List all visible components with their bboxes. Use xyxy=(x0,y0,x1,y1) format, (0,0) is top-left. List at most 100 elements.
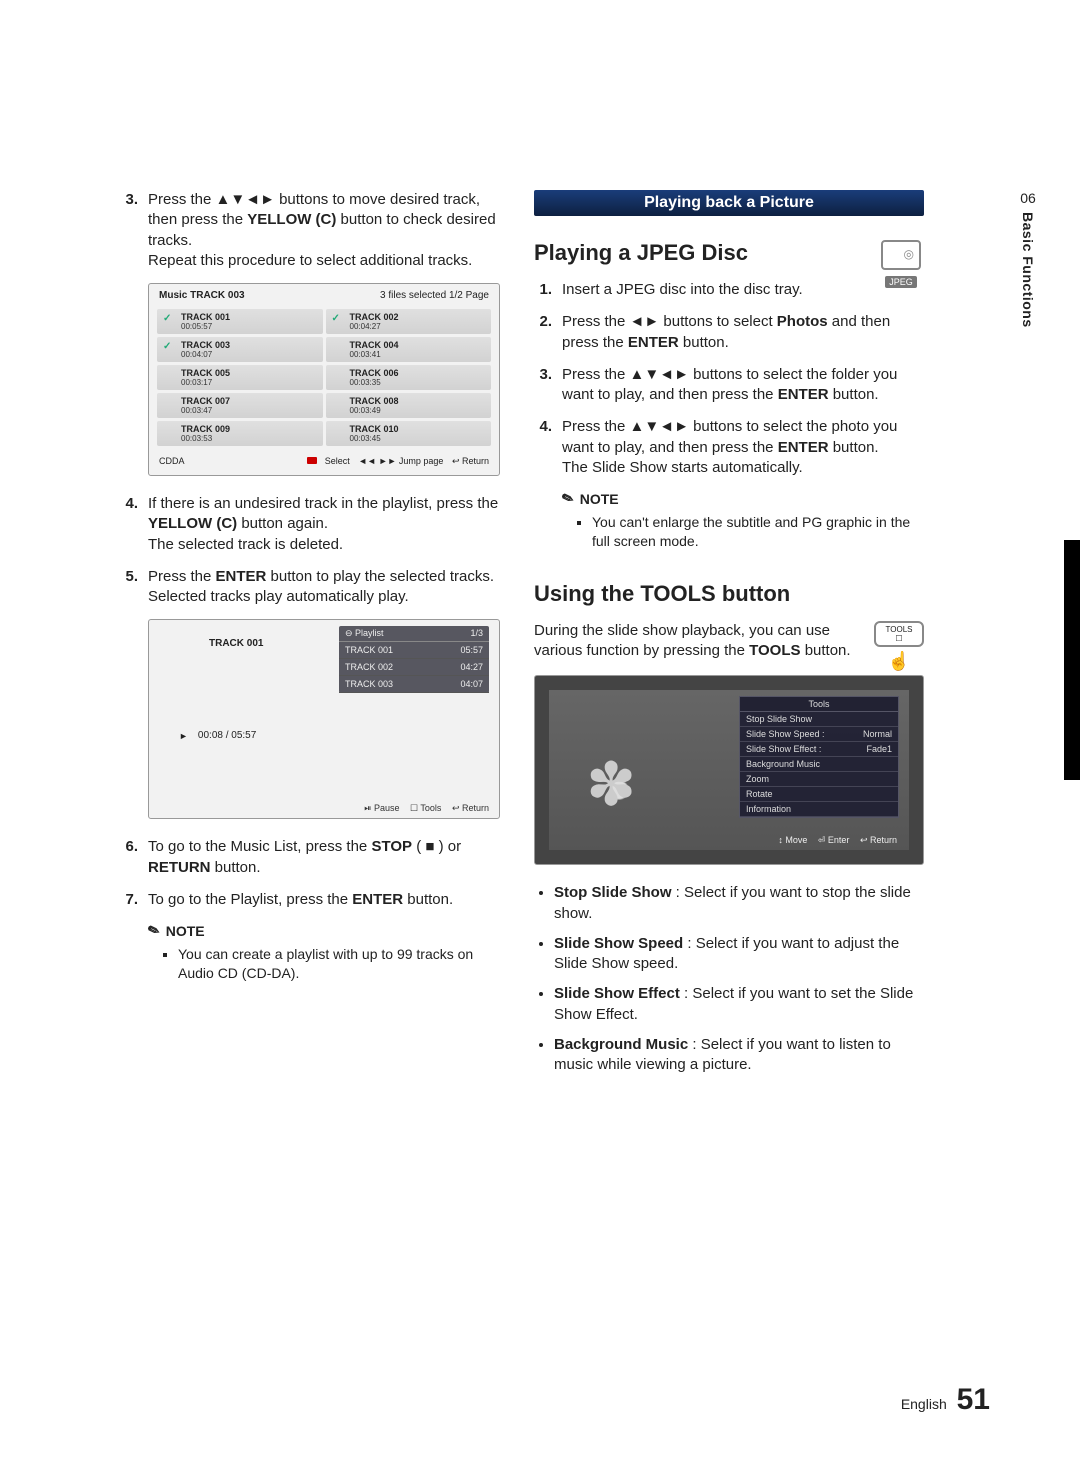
playlist-row: TRACK 00304:07 xyxy=(339,676,489,693)
note-item: You can create a playlist with up to 99 … xyxy=(178,945,500,983)
tools-intro: During the slide show playback, you can … xyxy=(534,621,924,662)
heading-jpeg-disc: Playing a JPEG Disc xyxy=(534,240,924,266)
track-cell: TRACK 00400:03:41 xyxy=(326,337,492,362)
step-num: 4. xyxy=(120,494,138,555)
playlist-row: TRACK 00105:57 xyxy=(339,642,489,659)
track-name: TRACK 001 xyxy=(181,312,317,322)
track-cell: TRACK 00600:03:35 xyxy=(326,365,492,390)
text: button to play the selected tracks. xyxy=(266,568,494,585)
text: Selected tracks play automatically play. xyxy=(148,588,409,605)
track-name: TRACK 004 xyxy=(350,340,486,350)
bullet-list: Stop Slide Show : Select if you want to … xyxy=(554,883,924,1075)
note-list: You can create a playlist with up to 99 … xyxy=(178,945,500,983)
step-4: 4. If there is an undesired track in the… xyxy=(120,494,500,555)
heading-tools: Using the TOOLS button xyxy=(534,581,924,607)
hand-icon: ☝ xyxy=(874,651,924,672)
section-label: Basic Functions xyxy=(1020,212,1036,328)
text: Press the ◄► buttons to select xyxy=(562,313,777,330)
check-icon: ✓ xyxy=(332,313,340,324)
bold: YELLOW (C) xyxy=(148,515,237,532)
bold: ENTER xyxy=(628,334,679,351)
r-step-2: 2. Press the ◄► buttons to select Photos… xyxy=(534,312,924,353)
track-duration: 00:03:41 xyxy=(350,350,486,359)
check-icon: ✓ xyxy=(163,341,171,352)
side-thumb-tab xyxy=(1064,540,1080,780)
step-num: 1. xyxy=(534,280,552,300)
track-duration: 00:04:27 xyxy=(350,322,486,331)
track-name: TRACK 007 xyxy=(181,396,317,406)
ss-bot-return: ↩ Return xyxy=(452,456,489,466)
track-duration: 00:03:49 xyxy=(350,406,486,415)
tools-row: Zoom xyxy=(740,772,898,787)
text: The Slide Show starts automatically. xyxy=(562,459,803,476)
step-num: 3. xyxy=(120,190,138,271)
track-cell: TRACK 00700:03:47 xyxy=(157,393,323,418)
r-step-1: 1. Insert a JPEG disc into the disc tray… xyxy=(534,280,870,300)
text: Press the xyxy=(148,568,216,585)
track-duration: 00:03:53 xyxy=(181,434,317,443)
tools-menu: Tools Stop Slide ShowSlide Show Speed :N… xyxy=(739,696,899,818)
ss-bot-pause: ⏯ Pause xyxy=(364,803,399,813)
text: button. xyxy=(679,334,729,351)
bold: RETURN xyxy=(148,859,211,876)
playlist-panel: ⊖ Playlist1/3 TRACK 00105:57TRACK 00204:… xyxy=(339,626,489,693)
ss-bot-select: Select xyxy=(307,456,350,466)
text: button. xyxy=(829,439,879,456)
section-bar: Playing back a Picture xyxy=(534,190,924,216)
note-heading: NOTE xyxy=(562,490,924,507)
playback-time: 00:08 / 05:57 xyxy=(198,730,256,741)
left-column: 3. Press the ▲▼◄► buttons to move desire… xyxy=(120,190,500,1085)
step-num: 6. xyxy=(120,837,138,878)
bullet-item: Slide Show Effect : Select if you want t… xyxy=(554,984,924,1025)
bullet-item: Stop Slide Show : Select if you want to … xyxy=(554,883,924,924)
track-cell: TRACK 00500:03:17 xyxy=(157,365,323,390)
music-list-screenshot: Music TRACK 003 3 files selected 1/2 Pag… xyxy=(148,283,500,476)
text: To go to the Music List, press the xyxy=(148,838,371,855)
r-step-4: 4. Press the ▲▼◄► buttons to select the … xyxy=(534,417,924,478)
camera-icon xyxy=(881,240,921,270)
step-3: 3. Press the ▲▼◄► buttons to move desire… xyxy=(120,190,500,271)
bullet-item: Background Music : Select if you want to… xyxy=(554,1035,924,1076)
text: button. xyxy=(211,859,261,876)
bold: YELLOW (C) xyxy=(247,211,336,228)
track-cell: TRACK 00800:03:49 xyxy=(326,393,492,418)
text: button again. xyxy=(237,515,328,532)
step-num: 3. xyxy=(534,365,552,406)
jpeg-badge: JPEG xyxy=(878,240,924,290)
right-column: Playing back a Picture JPEG Playing a JP… xyxy=(534,190,924,1085)
flower-image xyxy=(589,760,649,820)
bullet-item: Slide Show Speed : Select if you want to… xyxy=(554,934,924,975)
section-number: 06 xyxy=(1020,190,1036,206)
step-7: 7. To go to the Playlist, press the ENTE… xyxy=(120,890,500,910)
ss-bot-jump: ◄◄ ►► Jump page xyxy=(358,456,443,466)
track-name: TRACK 006 xyxy=(350,368,486,378)
ss-bot-left: CDDA xyxy=(159,456,185,467)
r-step-3: 3. Press the ▲▼◄► buttons to select the … xyxy=(534,365,924,406)
track-name: TRACK 010 xyxy=(350,424,486,434)
page-number: 51 xyxy=(957,1383,990,1416)
check-icon: ✓ xyxy=(163,313,171,324)
step-num: 2. xyxy=(534,312,552,353)
track-duration: 00:03:47 xyxy=(181,406,317,415)
note-list: You can't enlarge the subtitle and PG gr… xyxy=(592,513,924,551)
tools-row: Slide Show Speed :Normal xyxy=(740,727,898,742)
playlist-row: TRACK 00204:27 xyxy=(339,659,489,676)
step-num: 4. xyxy=(534,417,552,478)
track-cell: ✓TRACK 00200:04:27 xyxy=(326,309,492,334)
text: Repeat this procedure to select addition… xyxy=(148,252,472,269)
track-cell: TRACK 01000:03:45 xyxy=(326,421,492,446)
footer-lang: English xyxy=(901,1396,947,1412)
track-cell: ✓TRACK 00100:05:57 xyxy=(157,309,323,334)
tools-row: Stop Slide Show xyxy=(740,712,898,727)
track-duration: 00:03:45 xyxy=(350,434,486,443)
now-playing: TRACK 001 xyxy=(209,638,263,649)
tools-row: Slide Show Effect :Fade1 xyxy=(740,742,898,757)
step-6: 6. To go to the Music List, press the ST… xyxy=(120,837,500,878)
ss-bot-return: ↩ Return xyxy=(860,835,897,845)
text: The selected track is deleted. xyxy=(148,536,343,553)
text: ( ■ ) or xyxy=(412,838,461,855)
bold: ENTER xyxy=(216,568,267,585)
ss-bot-return: ↩ Return xyxy=(452,803,489,813)
note-heading: NOTE xyxy=(148,922,500,939)
text: To go to the Playlist, press the xyxy=(148,891,352,908)
